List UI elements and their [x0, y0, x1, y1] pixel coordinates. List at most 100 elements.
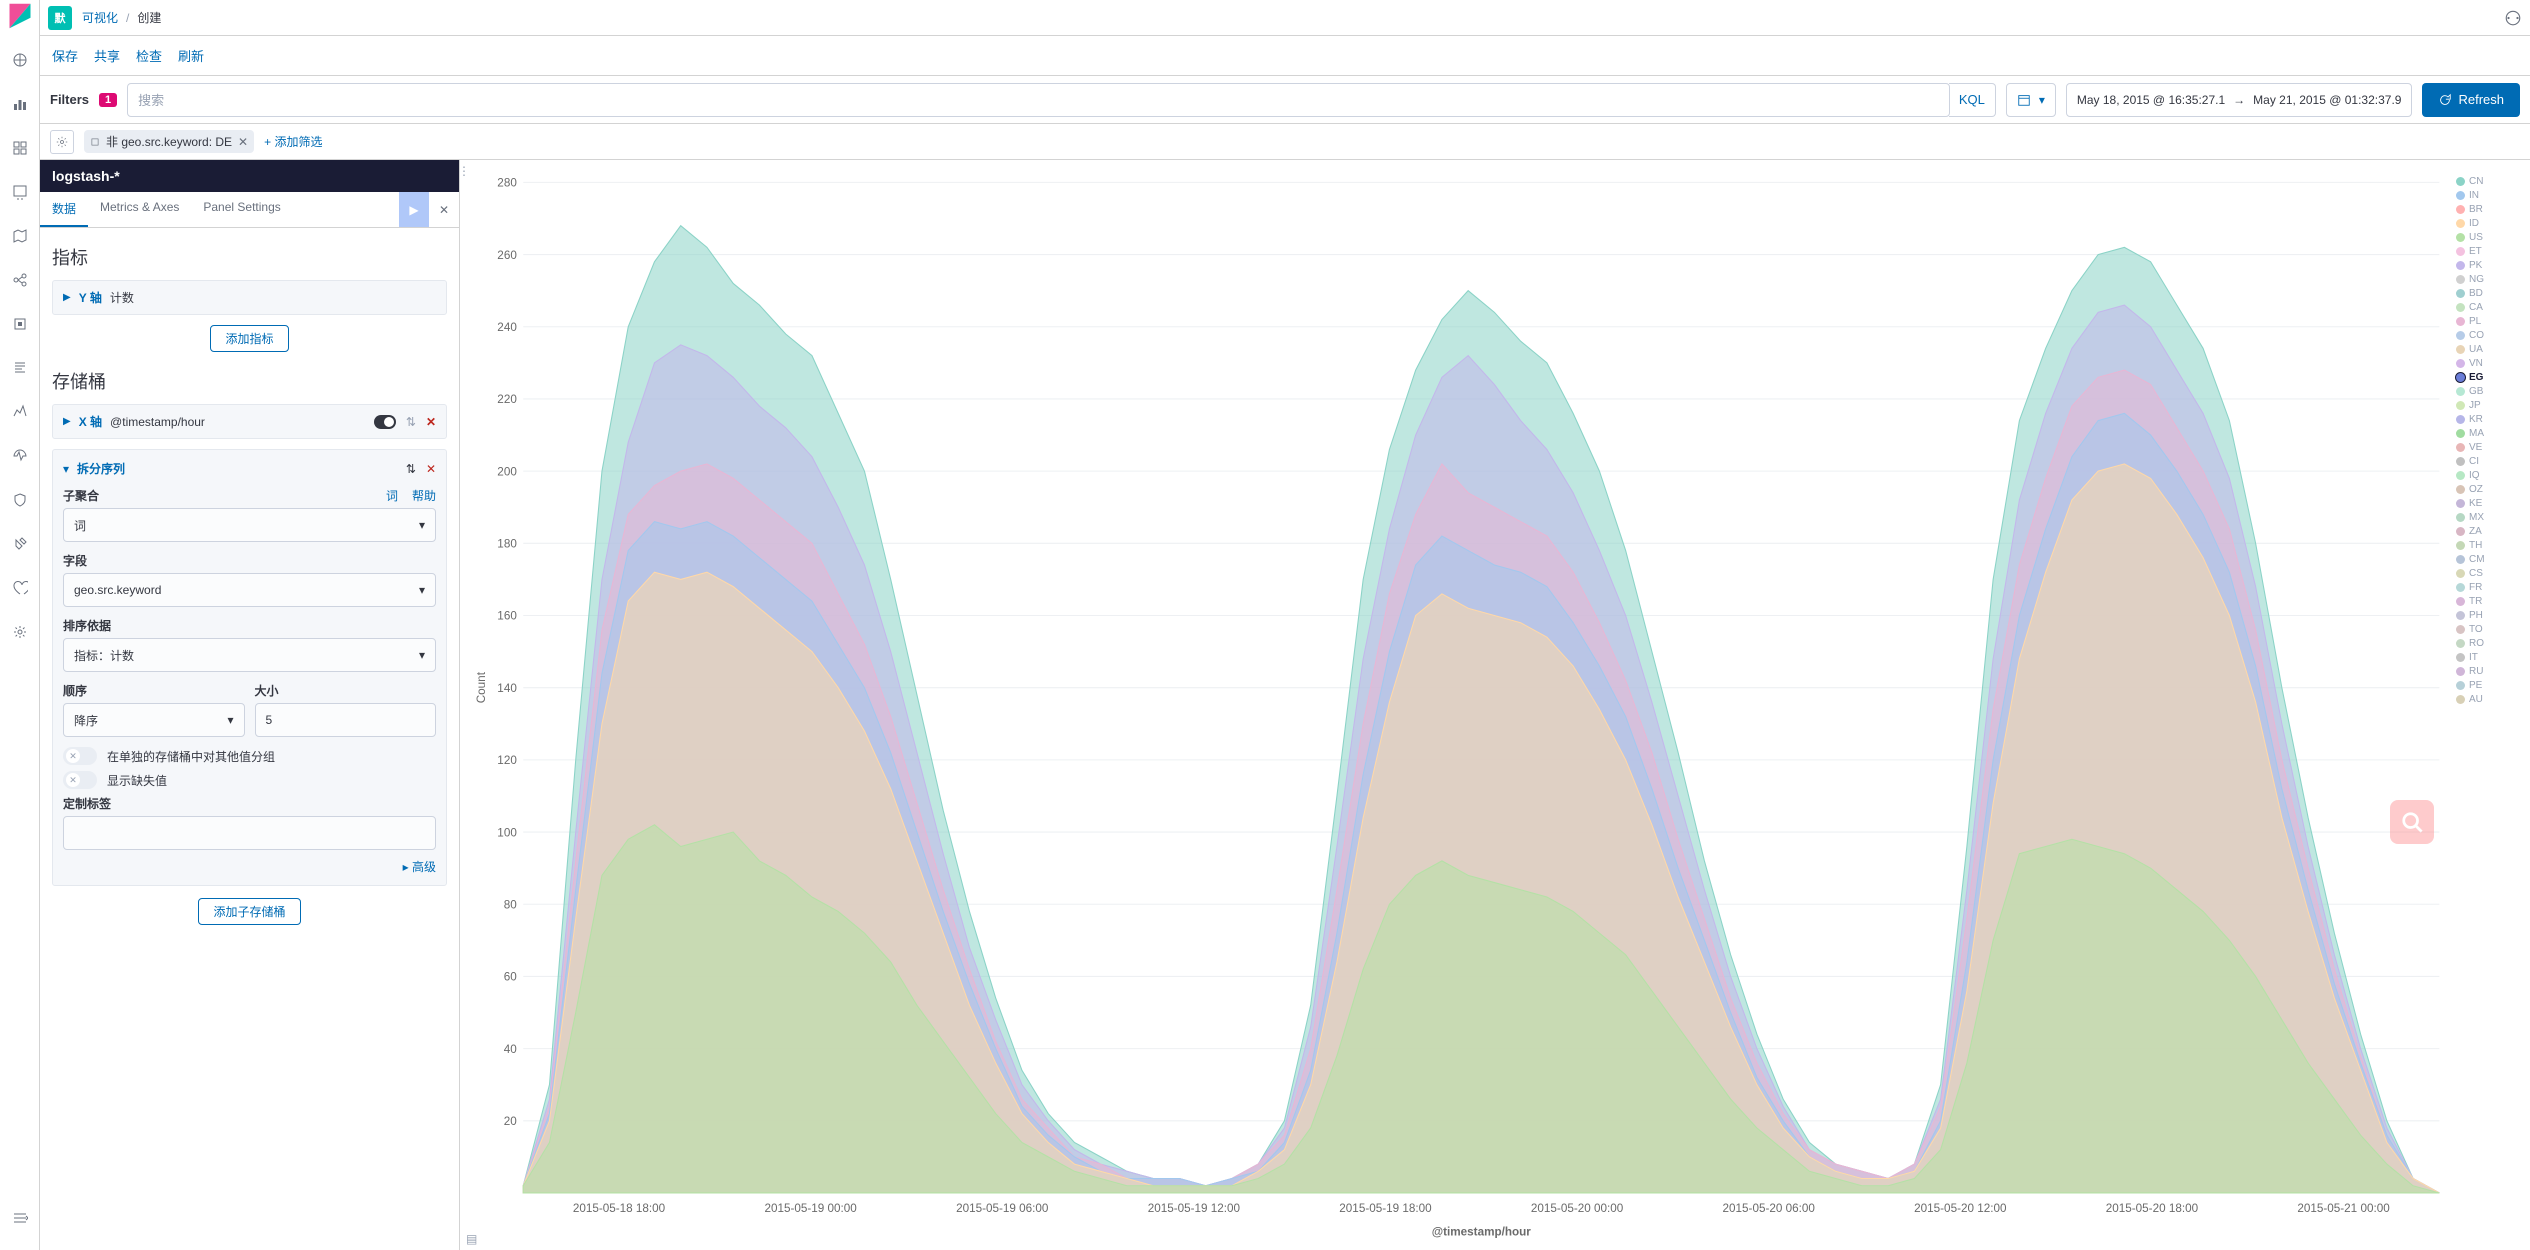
bucket-x-axis-row[interactable]: ▶ X 轴 @timestamp/hour ⇅ ✕ — [52, 404, 447, 439]
nav-dashboard-icon[interactable] — [4, 132, 36, 164]
legend-item[interactable]: CM — [2456, 554, 2510, 565]
kibana-logo-icon[interactable] — [6, 2, 34, 30]
field-select[interactable]: geo.src.keyword▾ — [63, 573, 436, 607]
bucket-enabled-toggle[interactable] — [374, 415, 396, 429]
legend-item[interactable]: US — [2456, 232, 2510, 243]
nav-canvas-icon[interactable] — [4, 176, 36, 208]
legend-item[interactable]: MX — [2456, 512, 2510, 523]
add-metric-button[interactable]: 添加指标 — [210, 325, 288, 352]
order-select[interactable]: 降序▾ — [63, 703, 245, 737]
help-icon[interactable] — [2504, 9, 2522, 27]
legend-item[interactable]: FR — [2456, 582, 2510, 593]
menu-inspect[interactable]: 检查 — [136, 46, 162, 65]
nav-ml-icon[interactable] — [4, 264, 36, 296]
legend-item[interactable]: EG — [2456, 372, 2510, 383]
area-chart[interactable]: 20406080100120140160180200220240260280Co… — [470, 176, 2450, 1242]
legend-item[interactable]: TO — [2456, 624, 2510, 635]
advanced-link[interactable]: ▸ 高级 — [63, 858, 436, 875]
legend-item[interactable]: VE — [2456, 442, 2510, 453]
legend-item[interactable]: RO — [2456, 638, 2510, 649]
nav-uptime-icon[interactable] — [4, 440, 36, 472]
nav-apm-icon[interactable] — [4, 396, 36, 428]
nav-maps-icon[interactable] — [4, 220, 36, 252]
space-chip[interactable]: 默 — [48, 6, 72, 30]
legend-item[interactable]: ZA — [2456, 526, 2510, 537]
drag-handle-icon[interactable]: ⇅ — [406, 415, 416, 429]
legend-item[interactable]: IN — [2456, 190, 2510, 201]
nav-management-icon[interactable] — [4, 616, 36, 648]
metric-y-axis-row[interactable]: ▶ Y 轴 计数 — [52, 280, 447, 315]
legend-item[interactable]: VN — [2456, 358, 2510, 369]
legend-item[interactable]: ID — [2456, 218, 2510, 229]
filter-pill-close-icon[interactable]: ✕ — [238, 135, 248, 149]
legend-item[interactable]: MA — [2456, 428, 2510, 439]
refresh-button[interactable]: Refresh — [2422, 83, 2520, 117]
nav-collapse-icon[interactable] — [4, 1202, 36, 1234]
group-other-switch[interactable] — [63, 747, 97, 765]
legend-item[interactable]: JP — [2456, 400, 2510, 411]
split-series-name[interactable]: 拆分序列 — [77, 460, 125, 477]
legend-item[interactable]: CS — [2456, 568, 2510, 579]
legend-item[interactable]: CI — [2456, 456, 2510, 467]
tab-data[interactable]: 数据 — [40, 192, 88, 227]
legend-item[interactable]: CN — [2456, 176, 2510, 187]
legend-item[interactable]: CA — [2456, 302, 2510, 313]
nav-monitoring-icon[interactable] — [4, 572, 36, 604]
menu-refresh[interactable]: 刷新 — [178, 46, 204, 65]
add-filter-link[interactable]: + 添加筛选 — [264, 133, 322, 150]
time-range-display[interactable]: May 18, 2015 @ 16:35:27.1 → May 21, 2015… — [2066, 83, 2413, 117]
filter-settings-button[interactable] — [50, 130, 74, 154]
size-input[interactable]: 5 — [255, 703, 437, 737]
nav-visualize-icon[interactable] — [4, 88, 36, 120]
legend-item[interactable]: BR — [2456, 204, 2510, 215]
legend-item[interactable]: BD — [2456, 288, 2510, 299]
time-picker[interactable]: ▾ — [2006, 83, 2056, 117]
nav-siem-icon[interactable] — [4, 484, 36, 516]
legend-item[interactable]: OZ — [2456, 484, 2510, 495]
legend-item[interactable]: GB — [2456, 386, 2510, 397]
legend-item[interactable]: UA — [2456, 344, 2510, 355]
filters-count-badge[interactable]: 1 — [99, 93, 117, 107]
menu-save[interactable]: 保存 — [52, 46, 78, 65]
terms-link[interactable]: 词 — [386, 487, 398, 504]
legend-item[interactable]: PK — [2456, 260, 2510, 271]
nav-logs-icon[interactable] — [4, 352, 36, 384]
filter-pill[interactable]: 非 geo.src.keyword: DE ✕ — [84, 130, 254, 153]
legend-item[interactable]: PH — [2456, 610, 2510, 621]
legend-item[interactable]: TH — [2456, 540, 2510, 551]
caret-down-icon[interactable]: ▾ — [63, 462, 69, 476]
tab-metrics-axes[interactable]: Metrics & Axes — [88, 192, 191, 227]
legend-item[interactable]: TR — [2456, 596, 2510, 607]
delete-bucket-icon[interactable]: ✕ — [426, 462, 436, 476]
legend-item[interactable]: PE — [2456, 680, 2510, 691]
nav-discover-icon[interactable] — [4, 44, 36, 76]
legend-item[interactable]: RU — [2456, 666, 2510, 677]
add-sub-bucket-button[interactable]: 添加子存储桶 — [198, 898, 300, 925]
drag-handle-icon[interactable]: ⇅ — [406, 462, 416, 476]
search-input[interactable]: 搜索 — [127, 83, 1950, 117]
apply-changes-button[interactable]: ▶ — [399, 192, 429, 227]
index-pattern-header[interactable]: logstash-* ◂ — [40, 160, 459, 192]
sub-agg-select[interactable]: 词▾ — [63, 508, 436, 542]
nav-devtools-icon[interactable] — [4, 528, 36, 560]
chart-bottom-toggle-icon[interactable]: ▤ — [466, 1232, 477, 1246]
legend-item[interactable]: KR — [2456, 414, 2510, 425]
legend-item[interactable]: ET — [2456, 246, 2510, 257]
legend-item[interactable]: AU — [2456, 694, 2510, 705]
menu-share[interactable]: 共享 — [94, 46, 120, 65]
legend-item[interactable]: KE — [2456, 498, 2510, 509]
breadcrumb-visualize[interactable]: 可视化 — [82, 9, 118, 26]
legend-item[interactable]: PL — [2456, 316, 2510, 327]
kql-toggle[interactable]: KQL — [1949, 83, 1996, 117]
legend-item[interactable]: IQ — [2456, 470, 2510, 481]
nav-infra-icon[interactable] — [4, 308, 36, 340]
chart-options-dots-icon[interactable]: ⋮ — [458, 164, 470, 178]
legend-item[interactable]: CO — [2456, 330, 2510, 341]
delete-bucket-icon[interactable]: ✕ — [426, 415, 436, 429]
show-missing-switch[interactable] — [63, 771, 97, 789]
order-by-select[interactable]: 指标：计数▾ — [63, 638, 436, 672]
legend-item[interactable]: NG — [2456, 274, 2510, 285]
tab-panel-settings[interactable]: Panel Settings — [191, 192, 292, 227]
help-link[interactable]: 帮助 — [412, 487, 436, 504]
discard-changes-button[interactable]: ✕ — [429, 192, 459, 227]
